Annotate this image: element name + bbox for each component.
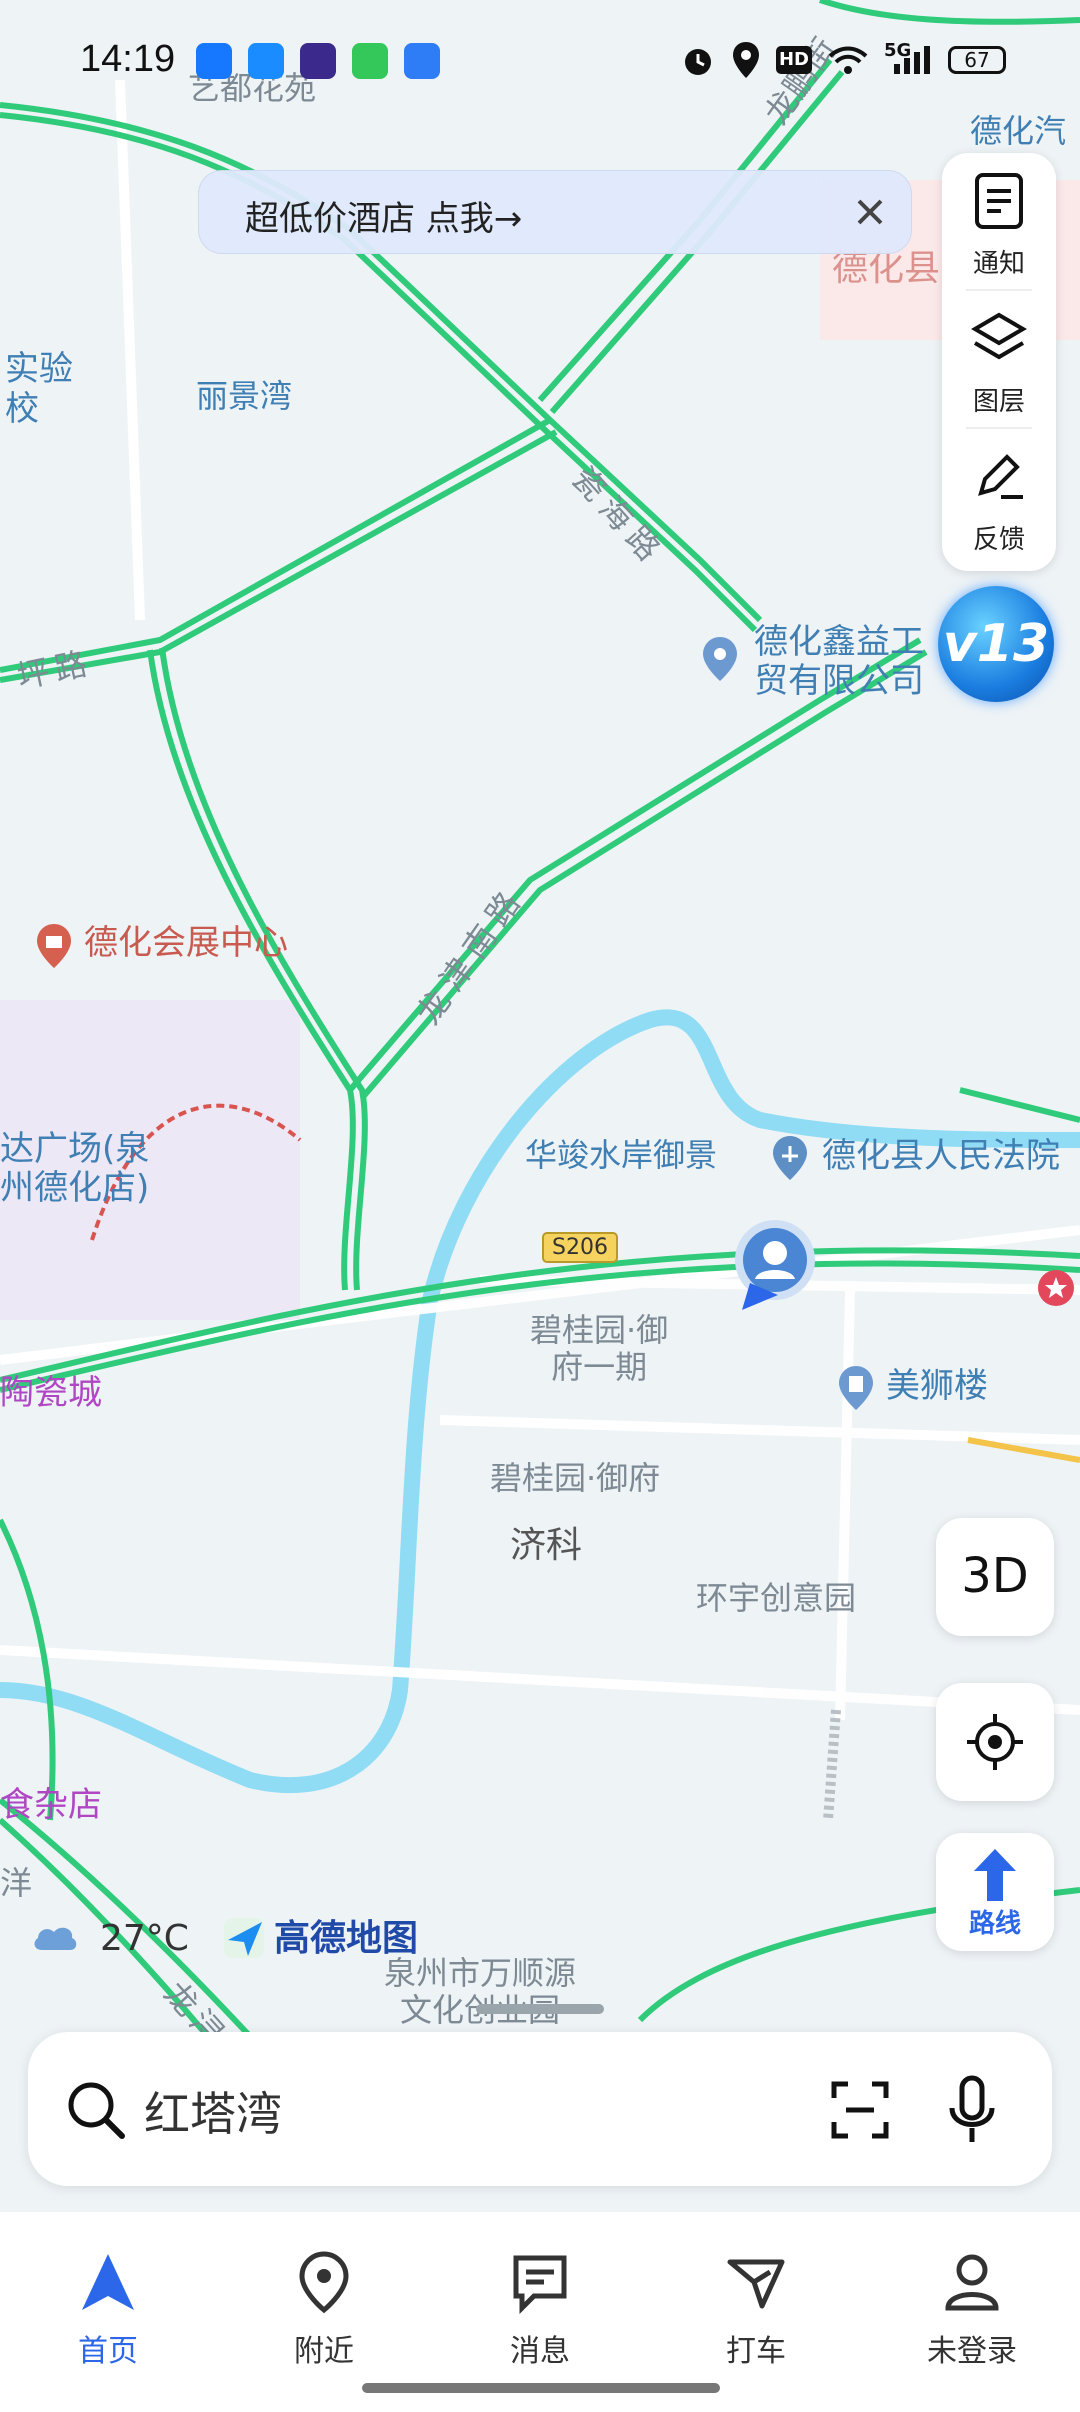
label-meishilou: 美狮楼	[886, 1366, 988, 1406]
app-icon	[300, 43, 336, 79]
search-icon	[68, 2082, 125, 2139]
building-pin-icon	[839, 1366, 873, 1410]
alarm-icon	[685, 49, 711, 75]
cloud-icon	[34, 1927, 77, 1950]
label-court: 德化县人民法院	[822, 1136, 1060, 1176]
status-time: 14:19	[80, 38, 176, 80]
alipay-icon	[196, 43, 232, 79]
message-icon	[513, 2255, 567, 2314]
home-navigation-icon	[82, 2254, 134, 2310]
locate-button[interactable]	[936, 1683, 1054, 1801]
amap-logo-icon	[224, 1918, 264, 1958]
wifi-icon	[828, 46, 868, 74]
search-bar[interactable]: 红塔湾	[28, 2032, 1052, 2186]
tab-nearby[interactable]: 附近	[216, 2234, 432, 2369]
layers-button[interactable]: 图层	[942, 291, 1056, 427]
label-huajun: 华竣水岸御景	[525, 1136, 718, 1174]
label-jike: 济科	[510, 1525, 583, 1566]
tab-profile[interactable]: 未登录	[864, 2234, 1080, 2369]
route-arrow-icon	[974, 1849, 1016, 1901]
map-tools-panel: 通知 图层 反馈	[942, 153, 1056, 571]
tab-profile-label: 未登录	[927, 2334, 1017, 2369]
label-huanyu: 环宇创意园	[696, 1579, 857, 1617]
v13-badge[interactable]: v13	[938, 586, 1054, 702]
highway-shield-s206: S206	[542, 1232, 618, 1264]
tab-nearby-label: 附近	[294, 2334, 354, 2369]
shield-icon	[404, 43, 440, 79]
poi-pin-icon	[703, 637, 737, 681]
bottom-tab-bar: 首页 附近 消息 打车 未登录	[0, 2212, 1080, 2412]
signal-icon	[894, 46, 930, 74]
tab-home[interactable]: 首页	[0, 2234, 216, 2369]
label-biguiyuan-2: 碧桂园·御府	[490, 1459, 661, 1497]
tab-messages[interactable]: 消息	[432, 2234, 648, 2369]
search-input[interactable]: 红塔湾	[144, 2078, 282, 2144]
hd-icon: HD	[776, 46, 812, 74]
label-zahuo: 食杂店	[0, 1785, 102, 1825]
battery-icon: 67	[948, 46, 1006, 74]
crosshair-icon	[967, 1714, 1023, 1770]
weather-temp: 27°C	[100, 1918, 189, 1959]
notification-icon	[975, 173, 1023, 229]
label-dehua-county: 德化县	[832, 248, 941, 289]
banner-text: 超低价酒店 点我→	[245, 199, 523, 239]
drag-handle[interactable]	[476, 2004, 604, 2014]
location-status-icon	[733, 42, 759, 78]
tab-home-label: 首页	[78, 2334, 138, 2369]
star-pin-icon	[1038, 1270, 1074, 1306]
3d-button[interactable]: 3D	[936, 1518, 1054, 1636]
label-taocicheng: 陶瓷城	[0, 1373, 102, 1413]
notify-label: 通知	[972, 249, 1025, 279]
messages-icon	[352, 43, 388, 79]
label-wanda: 达广场(泉 州德化店)	[0, 1129, 150, 1209]
map-roads	[0, 0, 1080, 2102]
hotel-promo-banner[interactable]: 超低价酒店 点我→	[198, 170, 912, 254]
layers-icon	[971, 312, 1027, 360]
label-xiao: 校	[5, 389, 39, 429]
status-bar: 14:19 HD 5G 67	[0, 0, 1080, 120]
tab-messages-label: 消息	[510, 2334, 570, 2369]
label-huizhan: 德化会展中心	[84, 923, 288, 963]
label-biguiyuan-1: 碧桂园·御 府一期	[530, 1311, 669, 1386]
scan-icon[interactable]	[828, 2078, 892, 2142]
v13-badge-text: v13	[942, 614, 1050, 674]
3d-label: 3D	[961, 1548, 1029, 1604]
edit-icon	[978, 454, 1023, 499]
notify-button[interactable]: 通知	[942, 153, 1056, 289]
brand-name: 高德地图	[274, 1918, 419, 1959]
layers-label: 图层	[972, 387, 1025, 417]
taxi-icon	[727, 2259, 785, 2309]
home-indicator[interactable]	[362, 2383, 720, 2393]
feedback-button[interactable]: 反馈	[942, 429, 1056, 565]
label-quanzhou: 泉州市万顺源 文化创业园	[384, 1954, 577, 2028]
court-pin-icon	[773, 1136, 807, 1180]
map-canvas[interactable]: 艺都花苑 德化汽 德化县 实验 校 丽景湾 龙鹏街 瓷海路 坪路 德化鑫益工 贸…	[0, 0, 1080, 2210]
user-icon	[945, 2254, 999, 2311]
close-icon[interactable]	[843, 185, 897, 239]
label-xinyi: 德化鑫益工 贸有限公司	[754, 622, 924, 702]
label-lijingwan: 丽景湾	[196, 377, 293, 415]
feedback-label: 反馈	[972, 525, 1025, 555]
route-button[interactable]: 路线	[936, 1833, 1054, 1951]
microphone-icon[interactable]	[940, 2074, 1004, 2146]
tab-taxi-label: 打车	[726, 2334, 786, 2369]
route-label: 路线	[968, 1909, 1021, 1939]
label-shiyan: 实验	[5, 349, 73, 389]
label-yang: 洋	[0, 1864, 33, 1902]
tab-taxi[interactable]: 打车	[648, 2234, 864, 2369]
map-pin-icon	[299, 2251, 349, 2314]
eleme-icon	[248, 43, 284, 79]
museum-pin-icon	[37, 924, 71, 968]
user-location-icon	[735, 1220, 815, 1310]
